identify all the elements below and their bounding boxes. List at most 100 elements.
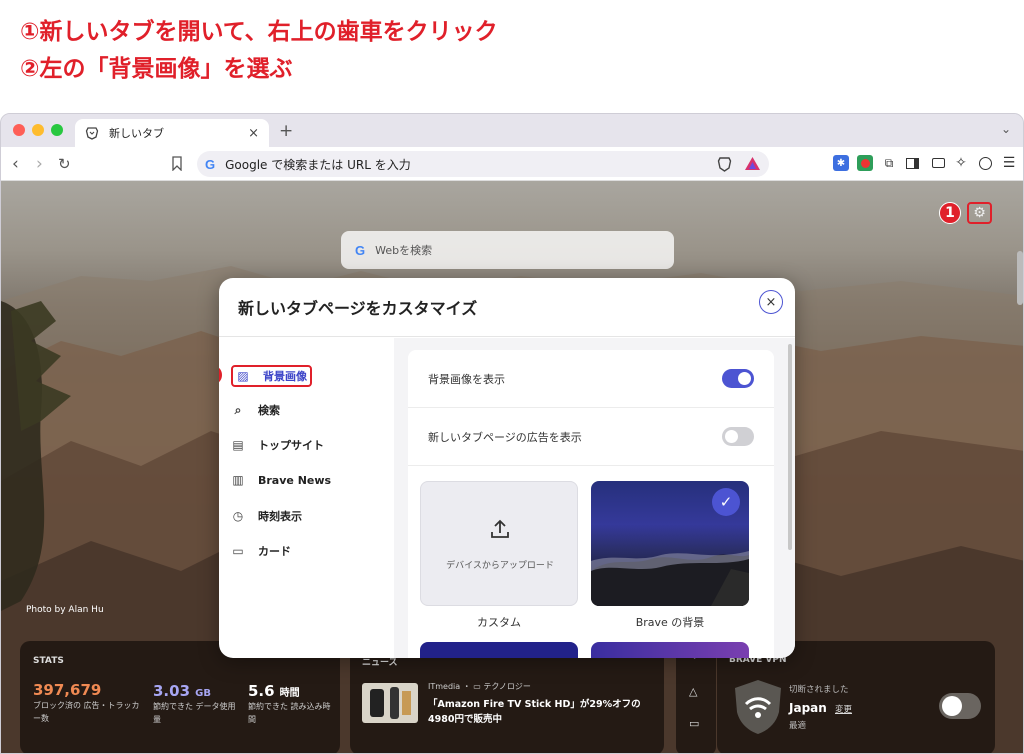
show-background-toggle[interactable]: [722, 369, 754, 388]
stats-title: STATS: [33, 656, 64, 666]
settings-panel: 背景画像を表示 新しいタブページの広告を表示 デバイスからアップロード カスタム: [394, 338, 795, 658]
page-scrollbar[interactable]: [1017, 251, 1023, 305]
bookmark-icon[interactable]: [171, 156, 183, 171]
instruction-line-1: ①新しいタブを開いて、右上の歯車をクリック: [20, 19, 498, 45]
address-bar-placeholder: Google で検索または URL を入力: [225, 157, 411, 172]
tab-search-chevron-icon[interactable]: ⌄: [1001, 122, 1011, 136]
tab-new-tab[interactable]: 新しいタブ ×: [75, 119, 269, 147]
stat-value: 3.03: [153, 682, 191, 700]
stat-unit: GB: [195, 688, 211, 699]
stat-value: 397,679: [33, 681, 102, 699]
vpn-mode: 最適: [789, 721, 807, 731]
selected-check-icon: ✓: [712, 488, 740, 516]
vpn-region-name: Japan: [789, 701, 827, 715]
background-tile[interactable]: [420, 642, 578, 658]
extension-adblock-icon[interactable]: [857, 155, 873, 171]
show-ads-row: 新しいタブページの広告を表示: [408, 408, 774, 466]
leo-ai-icon[interactable]: ✧: [953, 155, 969, 171]
vpn-status: 切断されました: [789, 685, 849, 695]
sidebar-item-search[interactable]: ⌕ 検索: [231, 402, 280, 418]
google-icon: G: [355, 242, 366, 258]
sidebar-item-label: 時刻表示: [258, 510, 302, 523]
step-badge-2: 2: [219, 364, 223, 386]
search-box[interactable]: G Webを検索: [341, 231, 674, 269]
instruction-text: ①新しいタブを開いて、右上の歯車をクリック ②左の「背景画像」を選ぶ: [20, 14, 498, 88]
sidebar-item-label: トップサイト: [258, 439, 324, 452]
address-bar[interactable]: G Google で検索または URL を入力: [197, 151, 769, 177]
browser-window: 新しいタブ × + ⌄ ‹ › ↻ G Google で検索または URL を入…: [0, 113, 1024, 754]
reload-button[interactable]: ↻: [58, 155, 71, 173]
show-background-row: 背景画像を表示: [408, 350, 774, 408]
google-icon: G: [205, 156, 216, 172]
sidebar-active-highlight: ▨ 背景画像: [231, 365, 312, 387]
photo-credit[interactable]: Photo by Alan Hu: [26, 605, 104, 615]
sidebar-item-cards[interactable]: ▭ カード: [231, 543, 291, 559]
menu-icon[interactable]: ☰: [1001, 155, 1017, 171]
tab-title: 新しいタブ: [109, 127, 164, 140]
show-ads-toggle[interactable]: [722, 427, 754, 446]
sidebar-item-label: カード: [258, 545, 291, 558]
sidebar-icon[interactable]: [904, 155, 920, 171]
stat-bandwidth-saved: 3.03 GB 節約できた データ使用量: [153, 681, 238, 726]
vpn-toggle[interactable]: [939, 693, 981, 719]
news-source: ITmedia: [428, 682, 461, 691]
show-ads-label: 新しいタブページの広告を表示: [428, 430, 582, 444]
customize-dialog: 新しいタブページをカスタマイズ × 2 ▨ 背景画像 ⌕ 検索 ▤ トップサイト…: [219, 278, 795, 658]
brave-shields-icon[interactable]: [717, 156, 732, 172]
stat-caption: 節約できた 読み込み時間: [248, 702, 331, 724]
new-tab-button[interactable]: +: [279, 121, 293, 141]
back-button[interactable]: ‹: [12, 154, 19, 174]
panel-scrollbar[interactable]: [788, 344, 792, 550]
brave-background-tile[interactable]: ✓: [591, 481, 749, 606]
news-thumbnail: [362, 683, 418, 723]
search-icon: ⌕: [234, 402, 242, 417]
stat-value: 5.6: [248, 682, 275, 700]
sidebar-item-brave-news[interactable]: ▥ Brave News: [231, 473, 331, 487]
cards-icon: ▭: [232, 544, 244, 558]
custom-label: カスタム: [477, 616, 521, 629]
stat-ads-blocked: 397,679 ブロック済の 広告・トラッカー数: [33, 681, 145, 725]
upload-tile[interactable]: デバイスからアップロード: [420, 481, 578, 606]
forward-button[interactable]: ›: [36, 154, 43, 174]
vpn-region: Japan 変更: [789, 701, 852, 715]
brave-lion-icon: [85, 127, 99, 140]
brave-background-label: Brave の背景: [635, 616, 705, 629]
extensions-puzzle-icon[interactable]: ⧉: [881, 155, 897, 171]
sidebar-item-label: 検索: [258, 404, 280, 417]
toolbar: ‹ › ↻ G Google で検索または URL を入力 ✱ ⧉ ✧ ☰: [1, 147, 1023, 181]
news-meta: ITmedia ・ ▭ テクノロジー: [428, 682, 531, 691]
vpn-change-link[interactable]: 変更: [835, 705, 852, 715]
vpn-icon[interactable]: [977, 155, 993, 171]
rewards-tab-icon[interactable]: △: [689, 685, 697, 698]
wallet-icon[interactable]: [930, 155, 946, 171]
step-badge-1: 1: [939, 202, 961, 224]
news-headline[interactable]: 「Amazon Fire TV Stick HD」が29%オフの4980円で販売…: [428, 697, 653, 727]
customize-gear-button[interactable]: ⚙: [967, 202, 992, 224]
sidebar-item-label: Brave News: [258, 473, 332, 487]
stat-unit: 時間: [279, 688, 300, 699]
sidebar-item-top-sites[interactable]: ▤ トップサイト: [231, 437, 324, 453]
sidebar-item-clock[interactable]: ◷ 時刻表示: [231, 508, 302, 524]
close-icon: ×: [765, 294, 777, 310]
minimize-window-button[interactable]: [32, 124, 44, 136]
dialog-close-button[interactable]: ×: [759, 290, 783, 314]
tab-close-button[interactable]: ×: [248, 126, 259, 141]
upload-icon: [491, 519, 509, 538]
sidebar-item-background[interactable]: ▨ 背景画像: [231, 365, 312, 387]
background-tile[interactable]: [591, 642, 749, 658]
dialog-title: 新しいタブページをカスタマイズ: [219, 278, 795, 337]
news-category: テクノロジー: [483, 682, 531, 691]
tab-strip: 新しいタブ × + ⌄: [1, 114, 1023, 147]
new-tab-page: 1 ⚙ G Webを検索 Photo by Alan Hu STATS 397,…: [1, 181, 1023, 753]
instruction-line-2: ②左の「背景画像」を選ぶ: [20, 56, 293, 82]
close-window-button[interactable]: [13, 124, 25, 136]
clock-icon: ◷: [232, 509, 244, 523]
image-icon: ▨: [237, 369, 249, 383]
stat-caption: 節約できた データ使用量: [153, 702, 236, 724]
brave-rewards-icon[interactable]: [744, 156, 761, 171]
talk-tab-icon[interactable]: ▭: [689, 717, 699, 730]
show-background-label: 背景画像を表示: [428, 372, 505, 386]
upload-label: デバイスからアップロード: [446, 561, 554, 571]
zoom-window-button[interactable]: [51, 124, 63, 136]
extension-icon[interactable]: ✱: [833, 155, 849, 171]
